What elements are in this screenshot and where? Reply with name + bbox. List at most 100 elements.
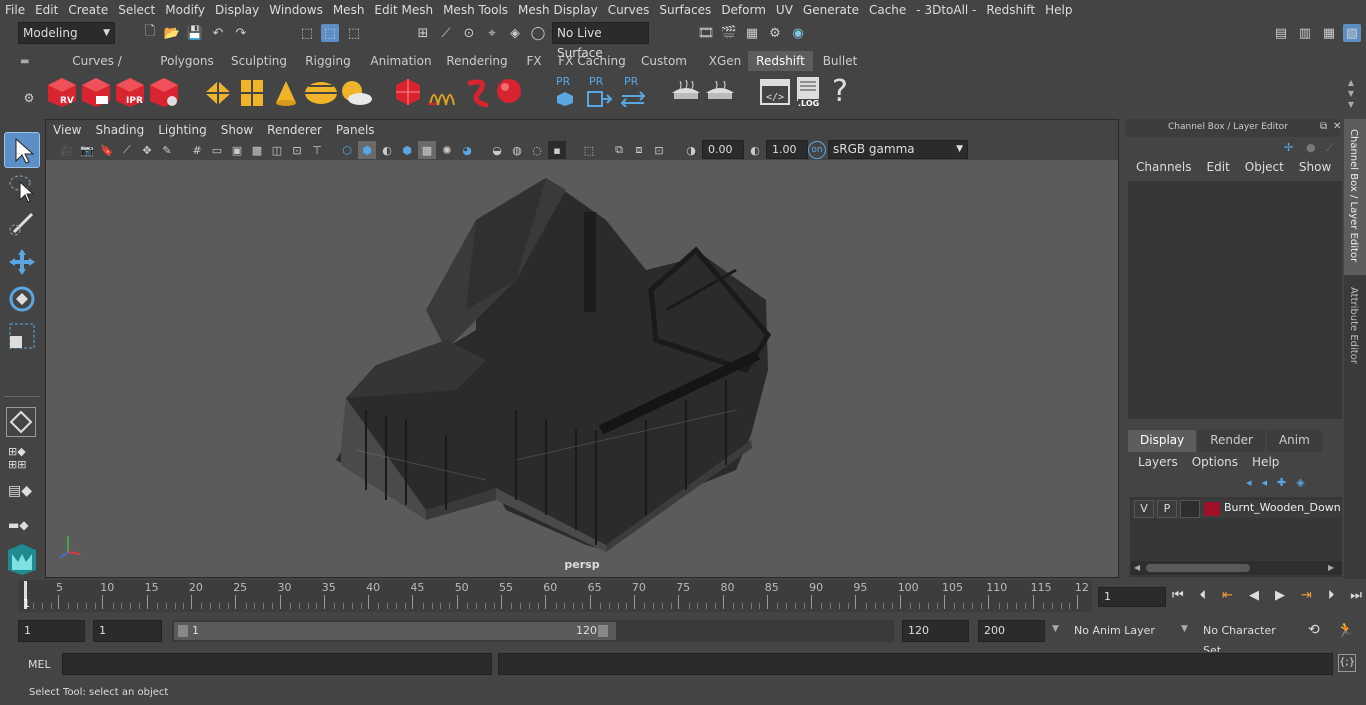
playback-end-field[interactable]: 120	[902, 620, 969, 642]
layer-tab-display[interactable]: Display	[1128, 430, 1197, 452]
channel-box-area[interactable]	[1128, 181, 1342, 419]
undo-icon[interactable]: ↶	[209, 24, 227, 42]
single-pane-layout-icon[interactable]	[6, 407, 36, 437]
range-slider-handle[interactable]: 1 120	[174, 622, 616, 640]
two-pane-layout-icon[interactable]: ▤◆	[8, 483, 36, 507]
ipr-render-icon[interactable]: ▦	[743, 24, 761, 42]
anim-layer-chevron-icon[interactable]: ▼	[1052, 624, 1059, 634]
channel-box-menu-channels[interactable]: Channels	[1122, 159, 1199, 179]
go-to-start-icon[interactable]: ⏮	[1172, 588, 1184, 608]
safe-action-icon[interactable]: ⊡	[288, 141, 306, 159]
menu-3dtoall[interactable]: - 3DtoAll -	[911, 3, 981, 17]
snap-view-icon[interactable]: ⌖	[483, 24, 501, 42]
viewport-menu-panels[interactable]: Panels	[329, 123, 382, 137]
depth-of-field-icon[interactable]: ▪	[548, 141, 566, 159]
resolution-gate-icon[interactable]: ▣	[228, 141, 246, 159]
layer-menu-layers[interactable]: Layers	[1128, 454, 1186, 474]
redshift-ipr-icon[interactable]: IPR	[114, 76, 146, 108]
channel-box-menu-show[interactable]: Show	[1291, 159, 1338, 179]
command-input[interactable]	[62, 653, 492, 675]
select-hierarchy-icon[interactable]: ⬚	[298, 24, 316, 42]
viewport-menu-view[interactable]: View	[46, 123, 88, 137]
redshift-log-icon[interactable]: .LOG	[794, 76, 824, 110]
scene-end-field[interactable]: 200	[978, 620, 1045, 642]
channel-box-menu-object[interactable]: Object	[1237, 159, 1291, 179]
anim-layer-dropdown[interactable]: No Anim Layer	[1068, 620, 1180, 642]
snap-curve-icon[interactable]: ⟋	[437, 24, 455, 42]
use-lights-icon[interactable]: ✺	[438, 141, 456, 159]
step-back-icon[interactable]: ⏴	[1200, 588, 1207, 608]
exposure-field[interactable]: 0.00	[702, 140, 744, 159]
film-gate-icon[interactable]: ▭	[208, 141, 226, 159]
shelf-tab-animation[interactable]: Animation	[363, 51, 439, 71]
script-editor-icon[interactable]: {;}	[1338, 654, 1356, 672]
speed-icon[interactable]: ●	[1306, 141, 1322, 157]
scene-start-field[interactable]: 1	[18, 620, 85, 642]
shelf-tab-xgen[interactable]: XGen	[705, 51, 745, 71]
open-scene-icon[interactable]: 📂	[163, 24, 181, 42]
shelf-tab-redshift[interactable]: Redshift	[748, 51, 813, 71]
shelf-tab-custom[interactable]: Custom	[634, 51, 694, 71]
viewport-menu-show[interactable]: Show	[214, 123, 260, 137]
step-back-key-icon[interactable]: ⇤	[1222, 588, 1233, 608]
redshift-mesh-params-icon[interactable]	[394, 77, 422, 107]
viewport-menu-renderer[interactable]: Renderer	[260, 123, 329, 137]
redshift-volume-icon[interactable]	[240, 79, 264, 107]
snap-point-icon[interactable]: ⊙	[460, 24, 478, 42]
smooth-shade-icon[interactable]: ⬢	[358, 141, 376, 159]
character-set-dropdown[interactable]: No Character Set	[1197, 620, 1297, 657]
move-tool-icon[interactable]	[6, 246, 38, 278]
manipulator-icon[interactable]: ✢	[1284, 141, 1300, 157]
redshift-render-icon[interactable]	[80, 76, 112, 108]
render-settings-icon[interactable]: ⚙	[766, 24, 784, 42]
menu-surfaces[interactable]: Surfaces	[654, 3, 716, 17]
attribute-editor-toggle-icon[interactable]: ▦	[1320, 24, 1338, 42]
menu-create[interactable]: Create	[63, 3, 113, 17]
lasso-tool-icon[interactable]	[6, 172, 38, 204]
step-forward-icon[interactable]: ⏵	[1328, 588, 1335, 608]
shelf-tab-rigging[interactable]: Rigging	[297, 51, 359, 71]
wireframe-icon[interactable]: ⬡	[338, 141, 356, 159]
range-slider[interactable]: 1 120	[172, 620, 894, 642]
layer-row[interactable]: V P Burnt_Wooden_Down	[1132, 500, 1341, 518]
menu-file[interactable]: File	[0, 3, 30, 17]
layer-reference-toggle[interactable]	[1180, 500, 1200, 518]
gamma-icon[interactable]: ◐	[746, 141, 764, 159]
redshift-bake-options-icon[interactable]	[704, 79, 736, 107]
mode-selector[interactable]: Modeling ▼	[18, 22, 115, 44]
redshift-curve-icon[interactable]	[464, 77, 492, 108]
character-set-chevron-icon[interactable]: ▼	[1181, 624, 1188, 634]
shelf-scroll-icon[interactable]: ▲ ▼ ▼	[1344, 77, 1358, 113]
gamma-field[interactable]: 1.00	[766, 140, 808, 159]
wireframe-on-shaded-icon[interactable]: ⬢	[398, 141, 416, 159]
redshift-spotlight-icon[interactable]	[272, 79, 300, 107]
viewport-menu-lighting[interactable]: Lighting	[151, 123, 214, 137]
2d-pan-zoom-icon[interactable]: ✥	[138, 141, 156, 159]
safe-title-icon[interactable]: ⊤	[308, 141, 326, 159]
xray-icon[interactable]: ⧉	[610, 141, 628, 159]
grease-pencil-icon[interactable]: ✎	[158, 141, 176, 159]
color-management-icon[interactable]: on	[808, 141, 826, 159]
redshift-hair-icon[interactable]	[426, 81, 460, 107]
shelf-tab-fx-caching[interactable]: FX Caching	[556, 51, 628, 71]
redshift-domelight-icon[interactable]	[304, 79, 338, 107]
paint-select-tool-icon[interactable]	[6, 208, 38, 240]
anti-aliasing-icon[interactable]: ◌	[528, 141, 546, 159]
menu-uv[interactable]: UV	[771, 3, 798, 17]
command-language-label[interactable]: MEL	[28, 658, 51, 671]
redshift-pr-2-icon[interactable]: PR	[585, 75, 615, 109]
render-frame-icon[interactable]: 🎬	[720, 24, 738, 42]
redshift-bake-icon[interactable]	[670, 79, 702, 107]
shelf-tab-sculpting[interactable]: Sculpting	[226, 51, 292, 71]
menu-mesh-display[interactable]: Mesh Display	[513, 3, 603, 17]
redshift-pr-3-icon[interactable]: PR	[618, 75, 648, 109]
select-component-icon[interactable]: ⬚	[345, 24, 363, 42]
xray-joints-icon[interactable]: ⧈	[630, 141, 648, 159]
shelf-tab-bullet[interactable]: Bullet	[818, 51, 862, 71]
menu-mesh[interactable]: Mesh	[328, 3, 370, 17]
gate-mask-icon[interactable]: ▩	[248, 141, 266, 159]
menu-curves[interactable]: Curves	[603, 3, 655, 17]
redshift-rv-icon[interactable]: RV	[46, 76, 78, 108]
select-tool-icon[interactable]	[4, 132, 40, 168]
layer-tab-anim[interactable]: Anim	[1266, 430, 1322, 452]
